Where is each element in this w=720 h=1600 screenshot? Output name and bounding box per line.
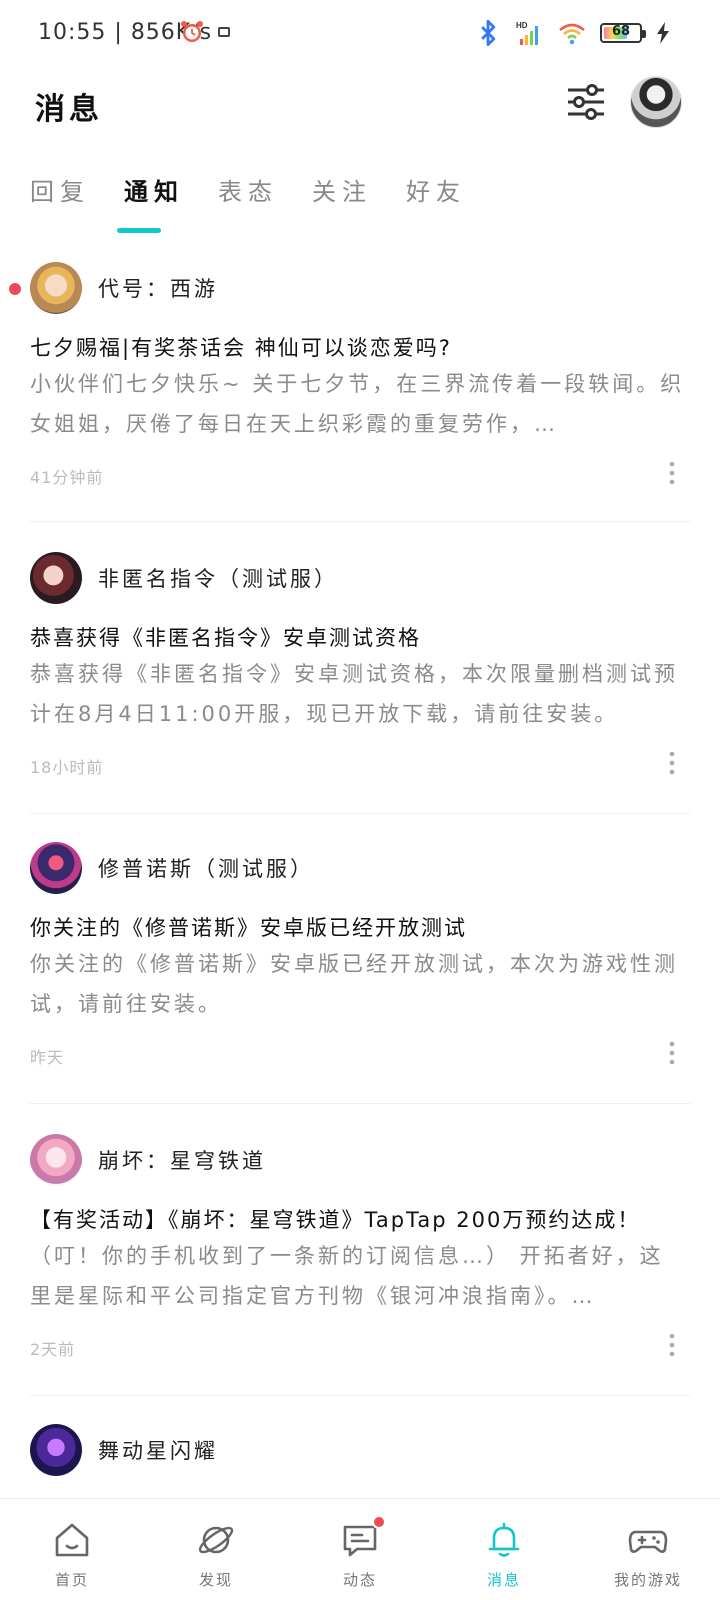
notification-badge <box>372 1515 386 1529</box>
tab-friends[interactable]: 好友 <box>406 172 466 221</box>
charging-icon <box>657 22 669 44</box>
divider <box>30 1395 690 1396</box>
notification-body: 你关注的《修普诺斯》安卓版已经开放测试，本次为游戏性测试，请前往安装。 <box>30 952 678 1016</box>
nav-label: 动态 <box>342 1571 377 1589</box>
nav-discover[interactable]: 发现 <box>144 1499 288 1600</box>
notification-time: 41分钟前 <box>30 468 104 487</box>
source-avatar[interactable] <box>30 1134 82 1186</box>
bluetooth-icon <box>481 19 496 47</box>
tab-notifications[interactable]: 通知 <box>124 172 184 221</box>
planet-icon <box>198 1526 234 1554</box>
sim-icon <box>218 27 230 37</box>
nav-messages[interactable]: 消息 <box>432 1499 576 1600</box>
tab-following[interactable]: 关注 <box>312 172 372 221</box>
unread-dot <box>9 283 21 295</box>
notification-body: （叮！你的手机收到了一条新的订阅信息…） 开拓者好，这里是星际和平公司指定官方刊… <box>30 1244 664 1308</box>
filter-button[interactable] <box>564 80 608 124</box>
nav-label: 发现 <box>198 1571 233 1589</box>
nav-my-games[interactable]: 我的游戏 <box>576 1499 720 1600</box>
notification-title: 你关注的《修普诺斯》安卓版已经开放测试 <box>30 916 467 940</box>
signal-icon: HD <box>516 21 538 45</box>
alarm-icon <box>181 21 203 42</box>
header: 消息 <box>0 70 720 140</box>
notification-item[interactable]: 代号：西游 七夕赐福|有奖茶话会 神仙可以谈恋爱吗? 小伙伴们七夕快乐~ 关于七… <box>9 262 690 522</box>
notification-body: 恭喜获得《非匿名指令》安卓测试资格，本次限量删档测试预计在8月4日11:00开服… <box>30 662 678 726</box>
nav-label: 首页 <box>54 1571 89 1589</box>
divider <box>30 1103 690 1104</box>
wifi-icon <box>559 23 585 45</box>
bell-icon <box>488 1522 520 1557</box>
notification-title: 【有奖活动】《崩坏：星穹铁道》TapTap 200万预约达成！ <box>30 1208 641 1232</box>
svg-text:HD: HD <box>516 21 528 30</box>
more-button[interactable] <box>662 750 682 776</box>
source-avatar[interactable] <box>30 1424 82 1476</box>
source-name[interactable]: 非匿名指令（测试服） <box>98 563 338 593</box>
source-name[interactable]: 代号：西游 <box>98 273 218 303</box>
notification-time: 18小时前 <box>30 758 104 777</box>
home-icon <box>55 1523 89 1557</box>
source-avatar[interactable] <box>30 552 82 604</box>
more-button[interactable] <box>662 1332 682 1358</box>
source-avatar[interactable] <box>30 842 82 894</box>
notification-title: 恭喜获得《非匿名指令》安卓测试资格 <box>30 626 421 650</box>
active-tab-indicator <box>117 228 161 233</box>
more-vertical-icon <box>669 1041 675 1065</box>
notification-body: 小伙伴们七夕快乐~ 关于七夕节，在三界流传着一段轶闻。织女姐姐，厌倦了每日在天上… <box>30 372 685 436</box>
sliders-icon <box>568 84 604 120</box>
notification-item[interactable]: 非匿名指令（测试服） 恭喜获得《非匿名指令》安卓测试资格 恭喜获得《非匿名指令》… <box>30 552 690 814</box>
notification-time: 2天前 <box>30 1340 76 1359</box>
tab-replies[interactable]: 回复 <box>30 172 90 221</box>
nav-home[interactable]: 首页 <box>0 1499 144 1600</box>
more-button[interactable] <box>662 1040 682 1066</box>
notification-item[interactable]: 崩坏：星穹铁道 【有奖活动】《崩坏：星穹铁道》TapTap 200万预约达成！ … <box>30 1134 690 1396</box>
bottom-nav: 首页 发现 动态 消息 我的游戏 <box>0 1498 720 1600</box>
source-name[interactable]: 舞动星闪耀 <box>98 1435 218 1465</box>
more-vertical-icon <box>669 751 675 775</box>
gamepad-icon <box>628 1530 668 1553</box>
nav-label: 我的游戏 <box>613 1571 682 1589</box>
nav-label: 消息 <box>486 1571 521 1589</box>
notification-time: 昨天 <box>30 1048 65 1067</box>
more-vertical-icon <box>669 461 675 485</box>
source-name[interactable]: 修普诺斯（测试服） <box>98 853 314 883</box>
page-title: 消息 <box>35 92 103 127</box>
source-name[interactable]: 崩坏：星穹铁道 <box>98 1145 266 1175</box>
status-bar: 10:55 | 856K/s HD 68 <box>0 0 720 70</box>
divider <box>30 813 690 814</box>
source-avatar[interactable] <box>30 262 82 314</box>
user-avatar[interactable] <box>630 76 682 128</box>
notification-title: 七夕赐福|有奖茶话会 神仙可以谈恋爱吗? <box>30 336 452 360</box>
more-button[interactable] <box>662 460 682 486</box>
divider <box>30 521 690 522</box>
battery-level: 68 <box>611 24 631 39</box>
battery-icon: 68 <box>600 23 646 43</box>
tab-reactions[interactable]: 表态 <box>218 172 278 221</box>
more-vertical-icon <box>669 1333 675 1357</box>
nav-feed[interactable]: 动态 <box>288 1499 432 1600</box>
message-tabs: 回复 通知 表态 关注 好友 <box>30 172 466 221</box>
notification-item[interactable]: 修普诺斯（测试服） 你关注的《修普诺斯》安卓版已经开放测试 你关注的《修普诺斯》… <box>30 842 690 1104</box>
notification-item[interactable]: 舞动星闪耀 <box>30 1424 690 1484</box>
